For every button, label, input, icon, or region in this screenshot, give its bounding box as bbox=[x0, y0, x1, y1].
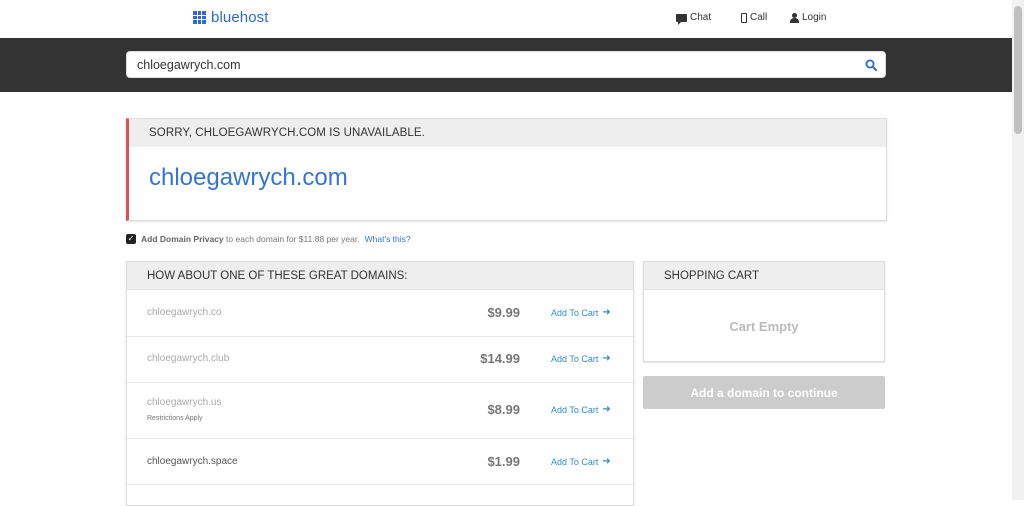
arrow-right-icon: ➜ bbox=[602, 307, 611, 318]
phone-icon bbox=[741, 12, 747, 23]
nav-chat-link[interactable]: Chat bbox=[676, 12, 712, 25]
add-to-cart-label: Add To Cart bbox=[551, 353, 599, 364]
domain-price: $14.99 bbox=[480, 351, 520, 366]
add-to-cart-button[interactable]: Add To Cart ➜ bbox=[551, 404, 611, 415]
logo-grid-icon bbox=[193, 11, 206, 24]
scrollbar-thumb[interactable] bbox=[1014, 6, 1022, 134]
bluehost-logo[interactable]: bluehost bbox=[193, 9, 269, 26]
cart-empty-text: Cart Empty bbox=[729, 319, 799, 334]
add-to-cart-button[interactable]: Add To Cart ➜ bbox=[551, 456, 611, 467]
suggestions-heading: HOW ABOUT ONE OF THESE GREAT DOMAINS: bbox=[127, 262, 633, 290]
suggested-domains-panel: HOW ABOUT ONE OF THESE GREAT DOMAINS: ch… bbox=[126, 261, 634, 506]
add-to-cart-button[interactable]: Add To Cart ➜ bbox=[551, 353, 611, 364]
domain-row: chloegawrych.space $1.99 Add To Cart ➜ bbox=[127, 439, 633, 485]
logo-text: bluehost bbox=[211, 9, 269, 26]
privacy-description: to each domain for $11.88 per year. bbox=[223, 234, 360, 244]
cart-heading: SHOPPING CART bbox=[644, 262, 884, 290]
continue-button[interactable]: Add a domain to continue bbox=[643, 376, 885, 409]
privacy-bold-label: Add Domain Privacy bbox=[141, 234, 224, 244]
add-to-cart-label: Add To Cart bbox=[551, 307, 599, 318]
domain-search-input[interactable] bbox=[137, 57, 837, 72]
top-nav: bluehost Chat Call Login bbox=[0, 0, 1012, 38]
arrow-right-icon: ➜ bbox=[602, 456, 611, 467]
search-box bbox=[126, 51, 886, 78]
domain-privacy-checkbox[interactable]: ✓ bbox=[126, 234, 136, 244]
nav-chat-label: Chat bbox=[690, 12, 712, 23]
page-scrollbar[interactable] bbox=[1012, 0, 1024, 500]
nav-login-link[interactable]: Login bbox=[790, 12, 826, 23]
shopping-cart-panel: SHOPPING CART Cart Empty bbox=[643, 261, 885, 362]
add-to-cart-label: Add To Cart bbox=[551, 456, 599, 467]
domain-row: chloegawrych.co $9.99 Add To Cart ➜ bbox=[127, 291, 633, 337]
add-to-cart-button[interactable]: Add To Cart ➜ bbox=[551, 307, 611, 318]
domain-privacy-text: Add Domain Privacy to each domain for $1… bbox=[141, 234, 360, 244]
nav-login-label: Login bbox=[802, 12, 827, 23]
domain-name: chloegawrych.club bbox=[147, 353, 230, 364]
chat-icon bbox=[676, 13, 687, 25]
arrow-right-icon: ➜ bbox=[602, 353, 611, 364]
restrictions-note: Restrictions Apply bbox=[147, 415, 203, 422]
unavailable-domain: chloegawrych.com bbox=[149, 164, 348, 191]
domain-name: chloegawrych.us bbox=[147, 397, 222, 408]
add-to-cart-label: Add To Cart bbox=[551, 404, 599, 415]
nav-call-link[interactable]: Call bbox=[741, 12, 767, 23]
domain-name: chloegawrych.co bbox=[147, 307, 222, 318]
domain-name: chloegawrych.space bbox=[147, 456, 238, 467]
search-band bbox=[0, 38, 1012, 92]
domain-price: $9.99 bbox=[487, 305, 520, 320]
user-icon bbox=[790, 12, 799, 23]
unavailable-card: SORRY, CHLOEGAWRYCH.COM IS UNAVAILABLE. … bbox=[126, 118, 887, 221]
domain-privacy-row: ✓ Add Domain Privacy to each domain for … bbox=[126, 234, 411, 244]
search-icon[interactable] bbox=[865, 59, 877, 71]
domain-row: chloegawrych.club $14.99 Add To Cart ➜ bbox=[127, 337, 633, 383]
unavailable-heading: SORRY, CHLOEGAWRYCH.COM IS UNAVAILABLE. bbox=[129, 119, 886, 147]
domain-price: $1.99 bbox=[487, 454, 520, 469]
domain-price: $8.99 bbox=[487, 402, 520, 417]
arrow-right-icon: ➜ bbox=[602, 404, 611, 415]
domain-row: chloegawrych.us Restrictions Apply $8.99… bbox=[127, 383, 633, 439]
nav-call-label: Call bbox=[750, 12, 768, 23]
whats-this-link[interactable]: What's this? bbox=[365, 234, 411, 244]
